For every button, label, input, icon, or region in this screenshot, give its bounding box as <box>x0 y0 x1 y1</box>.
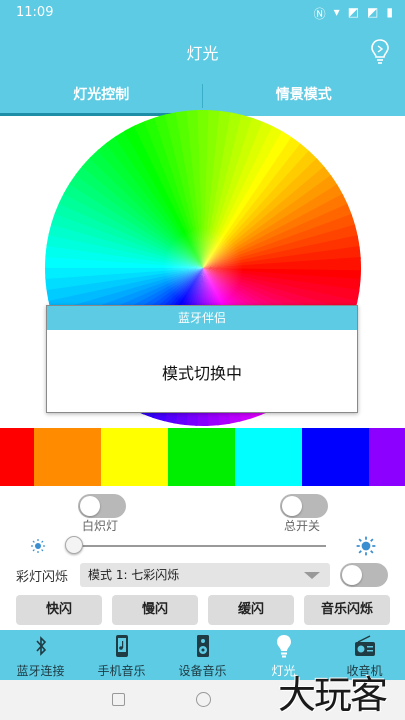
speaker-icon <box>196 635 209 657</box>
tab-divider <box>202 84 203 108</box>
color-swatch[interactable] <box>101 428 168 486</box>
bulb-icon[interactable] <box>369 38 391 64</box>
color-swatch[interactable] <box>0 428 34 486</box>
no-sim-icon: ◩ <box>347 5 360 19</box>
no-sim-icon: ◩ <box>367 5 379 19</box>
status-bar: 11:09 Ⓝ ▾ ◩ ◩ ▮ <box>0 0 405 26</box>
battery-icon: ▮ <box>386 5 393 19</box>
home-icon[interactable] <box>196 692 211 707</box>
mode-select-value: 模式 1: 七彩闪烁 <box>88 568 180 582</box>
page-title: 灯光 <box>186 44 219 63</box>
nav-device-music[interactable]: 设备音乐 <box>162 630 243 680</box>
bluetooth-icon <box>35 636 46 656</box>
music-flash-button[interactable]: 音乐闪烁 <box>304 595 390 625</box>
mode-switch-dialog: 蓝牙伴侣 模式切换中 <box>46 305 358 413</box>
wifi-icon: ▾ <box>333 5 340 19</box>
toggle-knob <box>80 496 100 516</box>
brightness-high-icon <box>356 536 376 556</box>
nav-label: 设备音乐 <box>178 664 227 678</box>
radio-icon <box>354 635 375 656</box>
nav-bluetooth[interactable]: 蓝牙连接 <box>0 630 81 680</box>
gentle-flash-button[interactable]: 缓闪 <box>208 595 294 625</box>
brightness-slider-track[interactable] <box>70 545 326 547</box>
color-swatch[interactable] <box>302 428 369 486</box>
status-time: 11:09 <box>16 5 54 20</box>
color-swatch[interactable] <box>168 428 235 486</box>
brightness-low-icon <box>31 539 45 553</box>
white-light-toggle[interactable] <box>78 494 126 518</box>
dialog-title: 蓝牙伴侣 <box>47 306 357 330</box>
recents-icon[interactable] <box>112 693 125 706</box>
bulb-icon <box>276 635 291 658</box>
title-bar: 灯光 <box>0 26 405 78</box>
nav-phone-music[interactable]: 手机音乐 <box>81 630 162 680</box>
toggle-knob <box>282 496 302 516</box>
brightness-slider-thumb[interactable] <box>65 536 83 554</box>
nfc-icon: Ⓝ <box>313 7 326 21</box>
status-icons: Ⓝ ▾ ◩ ◩ ▮ <box>314 5 393 22</box>
master-switch-toggle[interactable] <box>280 494 328 518</box>
color-swatch[interactable] <box>369 428 405 486</box>
nav-label: 手机音乐 <box>97 664 146 678</box>
watermark-logo: 大玩客 <box>278 673 388 717</box>
color-swatch[interactable] <box>235 428 302 486</box>
mode-toggle[interactable] <box>340 563 388 587</box>
color-strip <box>0 428 405 486</box>
mode-select[interactable]: 模式 1: 七彩闪烁 <box>80 563 330 587</box>
slow-flash-button[interactable]: 慢闪 <box>112 595 198 625</box>
master-switch-label: 总开关 <box>284 519 321 533</box>
nav-label: 蓝牙连接 <box>16 664 65 678</box>
fast-flash-button[interactable]: 快闪 <box>16 595 102 625</box>
wheel-center <box>163 228 243 308</box>
color-swatch[interactable] <box>34 428 101 486</box>
white-light-label: 白炽灯 <box>82 519 119 533</box>
mode-label: 彩灯闪烁 <box>16 570 69 585</box>
dialog-message: 模式切换中 <box>161 364 242 383</box>
phone-music-icon <box>115 635 128 657</box>
chevron-down-icon <box>304 572 320 579</box>
toggle-knob <box>342 565 362 585</box>
